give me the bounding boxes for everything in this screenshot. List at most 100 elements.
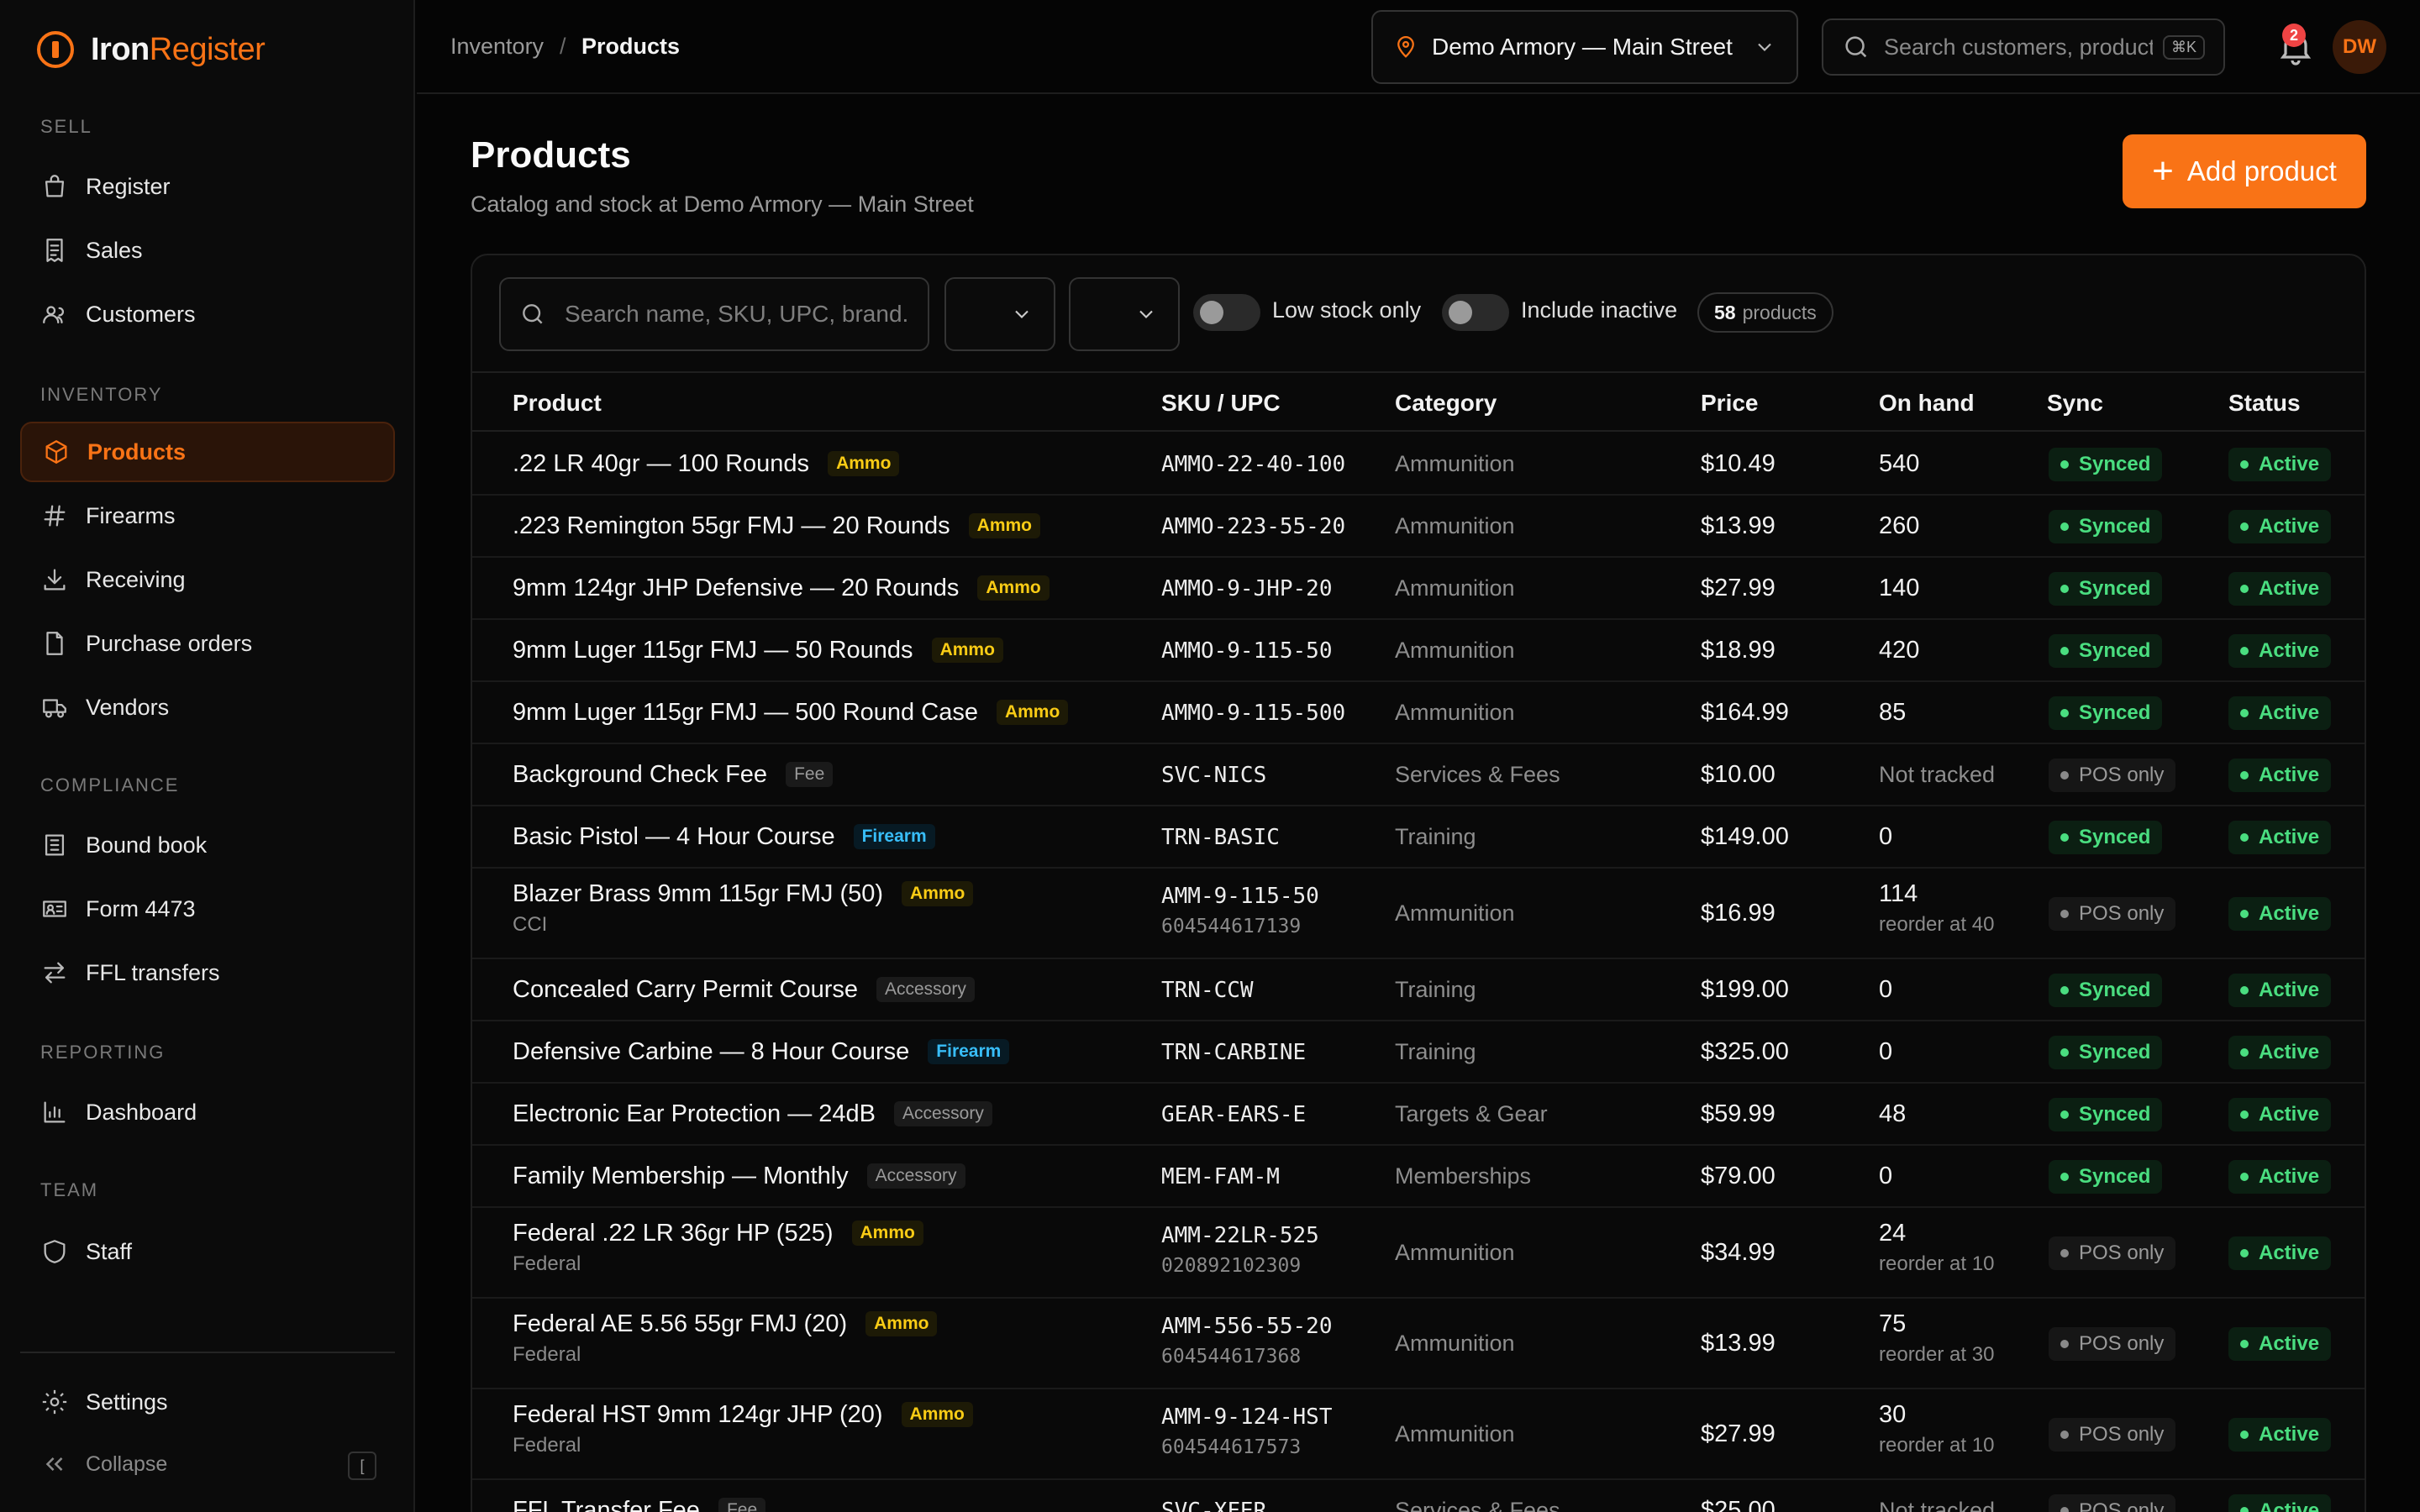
category-select[interactable] bbox=[944, 277, 1055, 351]
search-shortcut: ⌘K bbox=[2162, 34, 2205, 60]
sync-badge: Synced bbox=[2049, 634, 2163, 668]
sku: TRN-BASIC bbox=[1161, 825, 1280, 850]
column-price[interactable]: Price bbox=[1701, 390, 1759, 417]
add-product-button[interactable]: + Add product bbox=[2123, 134, 2366, 208]
sidebar-item-ffl-transfers[interactable]: FFL transfers bbox=[20, 942, 395, 1003]
status-dot-icon bbox=[2060, 647, 2069, 655]
column-category[interactable]: Category bbox=[1395, 390, 1497, 417]
product-name-line[interactable]: 9mm 124gr JHP Defensive — 20 Rounds Ammo bbox=[513, 575, 1050, 602]
table-row[interactable]: Concealed Carry Permit Course Accessory T… bbox=[472, 959, 2365, 1021]
product-name: .223 Remington 55gr FMJ — 20 Rounds bbox=[513, 512, 950, 539]
package-icon bbox=[45, 440, 67, 464]
search-icon bbox=[1845, 36, 1867, 58]
table-row[interactable]: Defensive Carbine — 8 Hour Course Firearm… bbox=[472, 1021, 2365, 1084]
price: $59.99 bbox=[1701, 1100, 1776, 1127]
status-dot-icon bbox=[2240, 1340, 2249, 1348]
column-sync[interactable]: Sync bbox=[2047, 390, 2103, 417]
sku: AMM-556-55-20 bbox=[1161, 1314, 1333, 1339]
type-select[interactable] bbox=[1069, 277, 1180, 351]
table-row[interactable]: 9mm Luger 115gr FMJ — 500 Round Case Ammo… bbox=[472, 682, 2365, 744]
column-sku-upc[interactable]: SKU / UPC bbox=[1161, 390, 1281, 417]
column-status[interactable]: Status bbox=[2228, 390, 2301, 417]
global-search-input[interactable]: Search customers, products... ⌘K bbox=[1822, 18, 2225, 76]
sku-cell: AMMO-9-115-50 bbox=[1161, 638, 1333, 664]
product-name-line[interactable]: Concealed Carry Permit Course Accessory bbox=[513, 976, 975, 1004]
status-badge: Active bbox=[2228, 1098, 2332, 1131]
table-row[interactable]: Federal .22 LR 36gr HP (525) Ammo Federal… bbox=[472, 1208, 2365, 1299]
brand-logo-icon bbox=[37, 31, 74, 68]
product-name-line[interactable]: .223 Remington 55gr FMJ — 20 Rounds Ammo bbox=[513, 512, 1040, 540]
sidebar-item-register[interactable]: Register bbox=[20, 156, 395, 217]
sku-cell: AMMO-22-40-100 bbox=[1161, 452, 1345, 477]
sidebar-item-label: Settings bbox=[86, 1389, 168, 1415]
category: Ammunition bbox=[1395, 1240, 1515, 1265]
table-row[interactable]: Blazer Brass 9mm 115gr FMJ (50) Ammo CCI … bbox=[472, 869, 2365, 959]
users-icon bbox=[43, 306, 65, 324]
reorder-point: reorder at 10 bbox=[1879, 1252, 1995, 1275]
product-name-line[interactable]: Basic Pistol — 4 Hour Course Firearm bbox=[513, 823, 935, 851]
sku-cell: GEAR-EARS-E bbox=[1161, 1102, 1306, 1127]
column-product[interactable]: Product bbox=[513, 390, 602, 417]
sidebar-item-products[interactable]: Products bbox=[20, 422, 395, 482]
column-on-hand[interactable]: On hand bbox=[1879, 390, 1975, 417]
sidebar-item-purchase-orders[interactable]: Purchase orders bbox=[20, 613, 395, 674]
include-inactive-toggle[interactable] bbox=[1442, 294, 1509, 331]
sidebar-item-form-4473[interactable]: Form 4473 bbox=[20, 879, 395, 939]
table-row[interactable]: Federal HST 9mm 124gr JHP (20) Ammo Feder… bbox=[472, 1389, 2365, 1480]
product-name-line[interactable]: Federal .22 LR 36gr HP (525) Ammo bbox=[513, 1220, 923, 1247]
table-row[interactable]: Basic Pistol — 4 Hour Course Firearm TRN-… bbox=[472, 806, 2365, 869]
table-row[interactable]: 9mm Luger 115gr FMJ — 50 Rounds Ammo AMMO… bbox=[472, 620, 2365, 682]
table-row[interactable]: Electronic Ear Protection — 24dB Accessor… bbox=[472, 1084, 2365, 1146]
collapse-button[interactable]: Collapse bbox=[20, 1434, 395, 1494]
status-dot-icon bbox=[2060, 1173, 2069, 1181]
product-name-line[interactable]: .22 LR 40gr — 100 Rounds Ammo bbox=[513, 450, 900, 478]
product-cell: Federal AE 5.56 55gr FMJ (20) Ammo Federa… bbox=[513, 1310, 938, 1367]
status-badge: Active bbox=[2228, 897, 2332, 931]
sidebar-item-dashboard[interactable]: Dashboard bbox=[20, 1082, 395, 1142]
product-brand: Federal bbox=[513, 1252, 581, 1275]
product-name-line[interactable]: FFL Transfer Fee Fee bbox=[513, 1497, 766, 1512]
product-name-line[interactable]: Federal AE 5.56 55gr FMJ (20) Ammo bbox=[513, 1310, 938, 1338]
product-search-input[interactable]: Search name, SKU, UPC, brand... bbox=[499, 277, 929, 351]
table-row[interactable]: .22 LR 40gr — 100 Rounds Ammo AMMO-22-40-… bbox=[472, 433, 2365, 496]
on-hand: 24 bbox=[1879, 1220, 1907, 1247]
sidebar-item-staff[interactable]: Staff bbox=[20, 1221, 395, 1282]
sidebar-item-vendors[interactable]: Vendors bbox=[20, 677, 395, 738]
product-name-line[interactable]: Federal HST 9mm 124gr JHP (20) Ammo bbox=[513, 1401, 973, 1429]
on-hand: 30 bbox=[1879, 1401, 1907, 1428]
table-row[interactable]: Background Check Fee Fee SVC-NICS Service… bbox=[472, 744, 2365, 806]
table-row[interactable]: 9mm 124gr JHP Defensive — 20 Rounds Ammo … bbox=[472, 558, 2365, 620]
table-row[interactable]: .223 Remington 55gr FMJ — 20 Rounds Ammo … bbox=[472, 496, 2365, 558]
sidebar-item-receiving[interactable]: Receiving bbox=[20, 549, 395, 610]
product-name-line[interactable]: Electronic Ear Protection — 24dB Accessor… bbox=[513, 1100, 992, 1128]
low-stock-toggle[interactable] bbox=[1193, 294, 1260, 331]
product-name: Background Check Fee bbox=[513, 761, 768, 788]
product-name-line[interactable]: 9mm Luger 115gr FMJ — 500 Round Case Ammo bbox=[513, 699, 1069, 727]
product-name-line[interactable]: 9mm Luger 115gr FMJ — 50 Rounds Ammo bbox=[513, 637, 1003, 664]
sku: AMMO-9-115-50 bbox=[1161, 638, 1333, 664]
sidebar-item-bound-book[interactable]: Bound book bbox=[20, 815, 395, 875]
on-hand: 0 bbox=[1879, 823, 1893, 850]
table-row[interactable]: FFL Transfer Fee Fee SVC-XFER Services & … bbox=[472, 1480, 2365, 1512]
table-row[interactable]: Federal AE 5.56 55gr FMJ (20) Ammo Federa… bbox=[472, 1299, 2365, 1389]
brand[interactable]: IronRegister bbox=[37, 29, 266, 71]
breadcrumb-inventory[interactable]: Inventory bbox=[450, 34, 544, 60]
on-hand-cell: 0 bbox=[1879, 1163, 1892, 1190]
sidebar-item-label: Dashboard bbox=[86, 1099, 197, 1125]
status-dot-icon bbox=[2060, 1431, 2069, 1439]
sidebar-item-firearms[interactable]: Firearms bbox=[20, 486, 395, 546]
sidebar-item-sales[interactable]: Sales bbox=[20, 220, 395, 281]
status-dot-icon bbox=[2060, 522, 2069, 531]
table-row[interactable]: Family Membership — Monthly Accessory MEM… bbox=[472, 1146, 2365, 1208]
sidebar-item-settings[interactable]: Settings bbox=[20, 1372, 395, 1432]
product-name-line[interactable]: Background Check Fee Fee bbox=[513, 761, 834, 789]
sidebar-item-customers[interactable]: Customers bbox=[20, 284, 395, 344]
avatar[interactable]: DW bbox=[2333, 20, 2386, 74]
product-name-line[interactable]: Blazer Brass 9mm 115gr FMJ (50) Ammo bbox=[513, 880, 974, 908]
location-selector[interactable]: Demo Armory — Main Street bbox=[1371, 10, 1798, 84]
low-stock-label: Low stock only bbox=[1272, 297, 1422, 323]
product-name: Electronic Ear Protection — 24dB bbox=[513, 1100, 876, 1127]
on-hand-cell: Not tracked bbox=[1879, 762, 1995, 788]
product-name-line[interactable]: Family Membership — Monthly Accessory bbox=[513, 1163, 965, 1190]
product-name-line[interactable]: Defensive Carbine — 8 Hour Course Firearm bbox=[513, 1038, 1010, 1066]
